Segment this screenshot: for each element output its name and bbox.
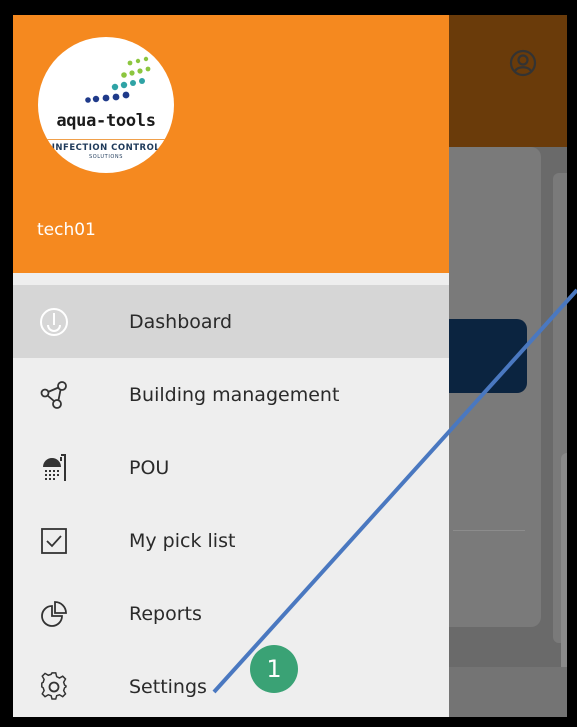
annotation-arrow — [212, 288, 577, 694]
step-badge: 1 — [250, 645, 298, 693]
